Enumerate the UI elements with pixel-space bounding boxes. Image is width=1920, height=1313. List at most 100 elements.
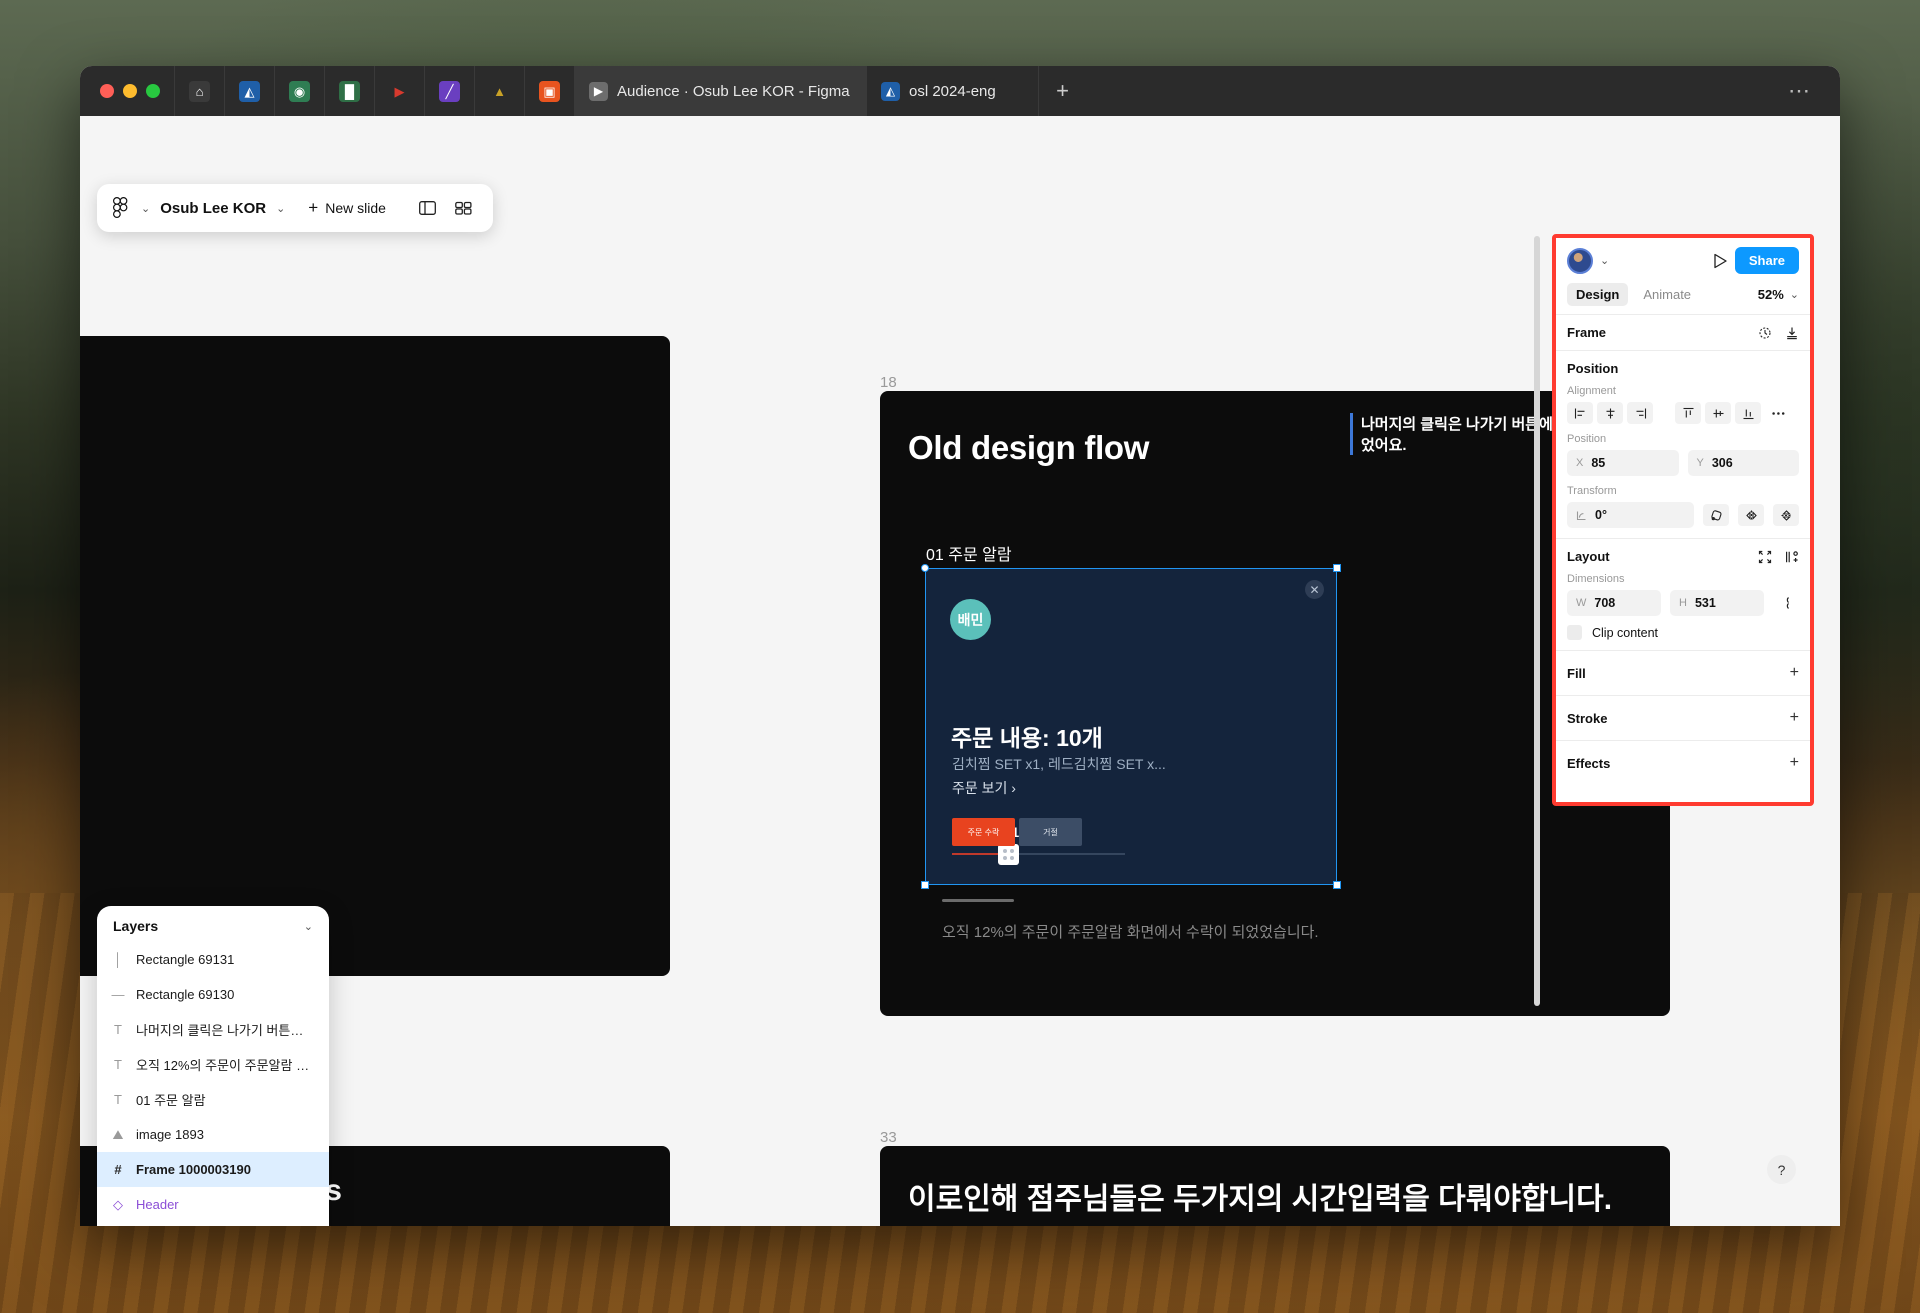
- figma-app: 18 Old design flow 01 주문 알람 나머지의 클릭은 나가기…: [80, 116, 1840, 1226]
- file-menu-chevron-down-icon[interactable]: ⌄: [276, 202, 285, 215]
- flip-vertical-icon[interactable]: [1773, 504, 1799, 526]
- slide-18-caption: 오직 12%의 주문이 주문알람 화면에서 수락이 되었었습니다.: [942, 924, 1319, 941]
- layer-row[interactable]: ⛰ image 1893: [97, 1117, 329, 1152]
- slider-knob[interactable]: [998, 844, 1019, 865]
- align-vertical-center-icon[interactable]: [1705, 402, 1731, 424]
- align-bottom-icon[interactable]: [1735, 402, 1761, 424]
- slide-18-title: Old design flow: [908, 429, 1150, 466]
- slide-18-rule: [942, 899, 1014, 902]
- pinned-tab-4[interactable]: █: [324, 66, 374, 116]
- layer-row[interactable]: │ Rectangle 69131: [97, 942, 329, 977]
- figma-logo-icon[interactable]: [109, 197, 131, 219]
- maximize-window-button[interactable]: [146, 84, 160, 98]
- layer-row[interactable]: T 나머지의 클릭은 나가기 버튼에서 생성...: [97, 1012, 329, 1047]
- app-icon-orange: ▣: [539, 80, 560, 102]
- resize-to-fit-icon[interactable]: [1758, 550, 1772, 564]
- alignment-label: Alignment: [1567, 385, 1616, 397]
- clip-content-row[interactable]: Clip content: [1567, 625, 1799, 640]
- position-x-field[interactable]: X 85: [1567, 450, 1679, 476]
- pinned-tab-home[interactable]: ⌂: [174, 66, 224, 116]
- resize-handle-top-right[interactable]: [1333, 564, 1341, 572]
- position-y-field[interactable]: Y 306: [1687, 450, 1799, 476]
- clip-content-checkbox[interactable]: [1567, 625, 1582, 640]
- pinned-tab-2[interactable]: ◭: [224, 66, 274, 116]
- layer-row[interactable]: T 01 주문 알람: [97, 1082, 329, 1117]
- height-field[interactable]: H 531: [1670, 590, 1764, 616]
- resize-handle-bottom-left[interactable]: [921, 881, 929, 889]
- corner-radius-icon[interactable]: [1703, 504, 1729, 526]
- browser-overflow-menu-icon[interactable]: ⋯: [1788, 78, 1830, 104]
- browser-tab-figma[interactable]: ▶ Audience · Osub Lee KOR - Figma Sli: [574, 66, 866, 116]
- add-effect-button[interactable]: +: [1790, 754, 1799, 772]
- pinned-tab-3[interactable]: ◉: [274, 66, 324, 116]
- reject-order-button[interactable]: 거절: [1019, 818, 1082, 846]
- view-order-link[interactable]: 주문 보기 ›: [952, 778, 1016, 798]
- reset-instance-icon[interactable]: [1758, 326, 1772, 340]
- align-left-icon[interactable]: [1567, 402, 1593, 424]
- pinned-tab-8[interactable]: ▣: [524, 66, 574, 116]
- tab-design[interactable]: Design: [1567, 283, 1629, 306]
- zoom-level-value[interactable]: 52%: [1758, 287, 1784, 302]
- add-stroke-button[interactable]: +: [1790, 709, 1799, 727]
- avatar-chevron-down-icon[interactable]: ⌄: [1600, 254, 1609, 267]
- grid-view-icon[interactable]: [447, 193, 481, 223]
- transform-label: Transform: [1567, 485, 1617, 497]
- app-icon-flag: ▶: [394, 83, 405, 99]
- layer-row[interactable]: # Frame 1000003190: [97, 1152, 329, 1187]
- app-icon-globe: ◉: [289, 80, 310, 102]
- resize-handle-top-left[interactable]: [921, 564, 929, 572]
- figma-menu-chevron-down-icon[interactable]: ⌄: [141, 202, 150, 215]
- pinned-tab-7[interactable]: ▲: [474, 66, 524, 116]
- chevron-down-icon[interactable]: ⌄: [304, 920, 313, 933]
- minimize-window-button[interactable]: [123, 84, 137, 98]
- stroke-section-title: Stroke: [1567, 710, 1608, 726]
- align-horizontal-center-icon[interactable]: [1597, 402, 1623, 424]
- width-field[interactable]: W 708: [1567, 590, 1661, 616]
- layer-name: 01 주문 알람: [136, 1093, 206, 1108]
- layer-name: 나머지의 클릭은 나가기 버튼에서 생성...: [136, 1023, 315, 1038]
- browser-tab-osl[interactable]: ◭ osl 2024-eng: [866, 66, 1038, 116]
- more-options-icon[interactable]: [1765, 402, 1791, 424]
- fill-section-title: Fill: [1567, 665, 1586, 681]
- slide-33-title: 이로인해 점주님들은 두가지의 시간입력을 다뤄야합니다.: [908, 1183, 1613, 1216]
- close-window-button[interactable]: [100, 84, 114, 98]
- add-auto-layout-icon[interactable]: [1785, 550, 1799, 564]
- new-slide-button[interactable]: + New slide: [295, 192, 399, 224]
- play-icon: ▶: [589, 81, 608, 101]
- avatar[interactable]: [1567, 247, 1593, 274]
- layer-row[interactable]: ◇ Header: [97, 1187, 329, 1222]
- cook-time-slider[interactable]: [952, 844, 1125, 865]
- help-button[interactable]: ?: [1767, 1155, 1796, 1184]
- slide-left-partial[interactable]: [80, 336, 670, 976]
- align-top-icon[interactable]: [1675, 402, 1701, 424]
- share-button[interactable]: Share: [1734, 247, 1799, 274]
- accept-order-button[interactable]: 주문 수락: [952, 818, 1015, 846]
- single-slide-view-icon[interactable]: [411, 193, 445, 223]
- selected-frame-order-card[interactable]: ✕ 배민 주문 내용: 10개 김치찜 SET x1, 레드김치찜 SET x.…: [921, 564, 1341, 889]
- align-right-icon[interactable]: [1627, 402, 1653, 424]
- close-icon[interactable]: ✕: [1305, 580, 1324, 599]
- pinned-tab-5[interactable]: ▶: [374, 66, 424, 116]
- pinned-tab-6[interactable]: ╱: [424, 66, 474, 116]
- slide-33[interactable]: 이로인해 점주님들은 두가지의 시간입력을 다뤄야합니다. 이로 인해 복잡해진…: [880, 1146, 1670, 1226]
- flip-horizontal-icon[interactable]: [1738, 504, 1764, 526]
- lock-ratio-icon[interactable]: [1773, 592, 1799, 614]
- canvas-vertical-scrollbar[interactable]: [1534, 236, 1540, 1006]
- zoom-chevron-down-icon[interactable]: ⌄: [1790, 288, 1799, 301]
- position-x-value: 85: [1591, 456, 1606, 470]
- figma-file-toolbar: ⌄ Osub Lee KOR ⌄ + New slide: [97, 184, 493, 232]
- layer-row[interactable]: — Rectangle 69130: [97, 977, 329, 1012]
- tab-animate[interactable]: Animate: [1634, 283, 1700, 306]
- slides-icon: ◭: [881, 81, 900, 101]
- resize-handle-bottom-right[interactable]: [1333, 881, 1341, 889]
- export-icon[interactable]: [1785, 326, 1799, 340]
- layer-row[interactable]: T 오직 12%의 주문이 주문알람 화면에서 ...: [97, 1047, 329, 1082]
- rotation-field[interactable]: 0°: [1567, 502, 1694, 528]
- add-fill-button[interactable]: +: [1790, 664, 1799, 682]
- new-tab-button[interactable]: +: [1038, 66, 1086, 116]
- design-panel-tabs: Design Animate 52% ⌄: [1556, 283, 1810, 315]
- width-key: W: [1576, 597, 1587, 609]
- order-heading: 주문 내용: 10개: [951, 725, 1103, 751]
- present-icon[interactable]: [1713, 253, 1728, 269]
- clip-content-label: Clip content: [1592, 625, 1659, 640]
